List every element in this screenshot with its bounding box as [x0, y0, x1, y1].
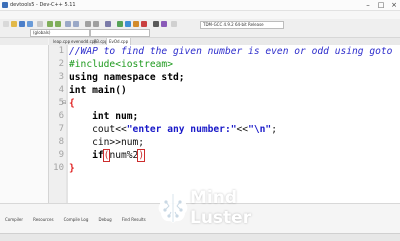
- save-all-icon[interactable]: [27, 21, 33, 27]
- app-icon: [2, 2, 8, 8]
- code-main-signature: int main(): [69, 85, 127, 96]
- toolbar: TDM-GCC 4.9.2 64-bit Release (globals): [0, 19, 400, 38]
- tab-compiler[interactable]: Compiler: [5, 217, 23, 223]
- rebuild-icon[interactable]: [141, 21, 147, 27]
- line-number: 9: [58, 150, 64, 160]
- redo-icon[interactable]: [55, 21, 61, 27]
- line-number: 8: [58, 137, 64, 147]
- line-number: 6: [58, 111, 64, 121]
- logo-word-mind: Mind: [190, 188, 238, 208]
- code-declaration: int num;: [69, 111, 139, 122]
- debug-icon[interactable]: [153, 21, 159, 27]
- mindluster-logo: Mind Luster: [150, 188, 280, 232]
- bookmark-icon[interactable]: [105, 21, 111, 27]
- code-condition: num%2: [109, 150, 139, 161]
- close-icon[interactable]: ×: [388, 0, 400, 10]
- code-if-keyword: if: [69, 150, 104, 161]
- code-open-brace: {: [69, 98, 75, 109]
- run-icon[interactable]: [125, 21, 131, 27]
- find-icon[interactable]: [65, 21, 71, 27]
- code-line-6: 6 int num;: [49, 110, 400, 123]
- tab-resources[interactable]: Resources: [33, 217, 53, 223]
- code-cout-statement: cout<<"enter any number:"<<"\n";: [69, 123, 277, 136]
- undo-icon[interactable]: [47, 21, 53, 27]
- line-number: 4: [58, 85, 64, 95]
- code-comment: //WAP to find the given number is even o…: [69, 46, 393, 57]
- new-file-icon[interactable]: [3, 21, 9, 27]
- tab-find-results[interactable]: Find Results: [122, 217, 146, 223]
- code-using-namespace: using namespace std;: [69, 72, 185, 83]
- code-cin-statement: cin>>num;: [69, 137, 145, 148]
- fold-toggle-icon[interactable]: ⊟: [62, 101, 66, 106]
- menu-bar: File Edit Search View Project Execute To…: [0, 11, 400, 28]
- compiler-select[interactable]: TDM-GCC 4.9.2 64-bit Release: [200, 21, 284, 29]
- code-line-2: 2 #include<iostream>: [49, 58, 400, 71]
- code-line-3: 3 using namespace std;: [49, 71, 400, 84]
- line-number: 10: [53, 163, 64, 173]
- indent-icon[interactable]: [85, 21, 91, 27]
- line-number: 3: [58, 72, 64, 82]
- open-folder-icon[interactable]: [11, 21, 17, 27]
- code-cout: cout<<: [69, 124, 127, 135]
- new-project-icon[interactable]: [171, 21, 177, 27]
- profile-icon[interactable]: [161, 21, 167, 27]
- tab-compile-log[interactable]: Compile Log: [64, 217, 89, 223]
- code-line-7: 7 cout<<"enter any number:"<<"\n";: [49, 123, 400, 136]
- code-paren-close: ): [137, 149, 146, 162]
- unindent-icon[interactable]: [93, 21, 99, 27]
- code-line-5: 5 ⊟ {: [49, 97, 400, 110]
- code-string-prompt: "enter any number:": [126, 124, 237, 135]
- code-editor[interactable]: 1 //WAP to find the given number is even…: [49, 45, 400, 203]
- tab-debug-output[interactable]: Debug: [99, 217, 112, 223]
- tab-evod-cpp[interactable]: EvOd.cpp: [106, 38, 132, 45]
- code-if-statement: if(num%2): [69, 149, 146, 162]
- maximize-icon[interactable]: □: [375, 0, 387, 10]
- code-string-newline: "\n": [248, 124, 272, 135]
- project-panel: [0, 45, 49, 203]
- globals-select[interactable]: (globals): [30, 29, 90, 37]
- replace-icon[interactable]: [73, 21, 79, 27]
- code-insert-op: <<: [236, 124, 249, 135]
- code-line-4: 4 int main(): [49, 84, 400, 97]
- code-line-1: 1 //WAP to find the given number is even…: [49, 45, 400, 58]
- members-select[interactable]: [90, 29, 150, 37]
- line-number: 1: [58, 46, 64, 56]
- code-semicolon: ;: [271, 124, 277, 135]
- save-icon[interactable]: [19, 21, 25, 27]
- minimize-icon[interactable]: –: [362, 0, 374, 10]
- brain-icon: [158, 193, 188, 223]
- line-number: 2: [58, 59, 64, 69]
- line-number: 7: [58, 124, 64, 134]
- compile-icon[interactable]: [117, 21, 123, 27]
- title-bar: devtools5 - Dev-C++ 5.11 – □ ×: [0, 0, 400, 11]
- code-close-brace: }: [69, 163, 75, 174]
- logo-word-luster: Luster: [190, 208, 252, 228]
- code-line-9: 9 if(num%2): [49, 149, 400, 162]
- code-line-10: 10 }: [49, 162, 400, 175]
- compile-run-icon[interactable]: [133, 21, 139, 27]
- window-title: devtools5 - Dev-C++ 5.11: [10, 2, 76, 8]
- print-icon[interactable]: [37, 21, 43, 27]
- bottom-tabs: Compiler Resources Compile Log Debug Fin…: [0, 206, 146, 222]
- code-line-8: 8 cin>>num;: [49, 136, 400, 149]
- code-include: #include<iostream>: [69, 59, 173, 70]
